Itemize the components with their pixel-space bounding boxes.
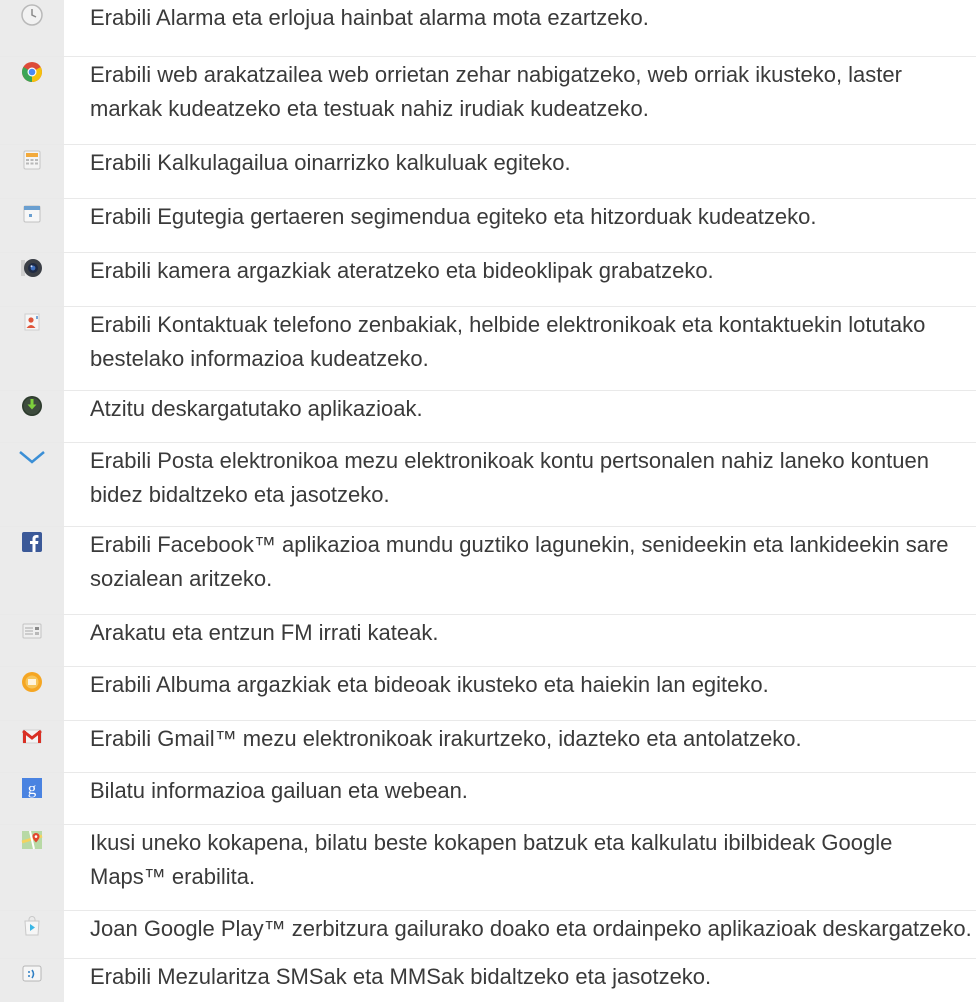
calendar-icon	[23, 205, 41, 223]
icon-cell	[0, 667, 64, 721]
icon-cell	[0, 443, 64, 527]
list-item: Erabili Kalkulagailua oinarrizko kalkulu…	[0, 144, 976, 199]
list-item: Erabili kamera argazkiak ateratzeko eta …	[0, 252, 976, 307]
icon-cell	[0, 307, 64, 391]
contacts-icon	[24, 313, 40, 331]
chrome-icon	[22, 62, 42, 82]
list-item: Erabili web arakatzailea web orrietan ze…	[0, 56, 976, 145]
icon-cell	[0, 721, 64, 773]
item-text: Atzitu deskargatutako aplikazioak.	[90, 396, 423, 421]
list-item: Erabili Egutegia gertaeren segimendua eg…	[0, 198, 976, 253]
list-item: Ikusi uneko kokapena, bilatu beste kokap…	[0, 824, 976, 911]
download-icon	[22, 396, 42, 416]
list-item: Erabili Albuma argazkiak eta bideoak iku…	[0, 666, 976, 721]
item-text: Erabili Alarma eta erlojua hainbat alarm…	[90, 5, 649, 30]
item-text: Erabili Gmail™ mezu elektronikoak irakur…	[90, 726, 802, 751]
list-item: Erabili Alarma eta erlojua hainbat alarm…	[0, 0, 976, 56]
radio-icon	[22, 623, 42, 639]
item-text: Joan Google Play™ zerbitzura gailurako d…	[90, 916, 972, 941]
google-search-icon: g	[22, 778, 42, 798]
album-icon	[22, 672, 42, 692]
item-text: Bilatu informazioa gailuan eta webean.	[90, 778, 468, 803]
list-item: Erabili Mezularitza SMSak eta MMSak bida…	[0, 958, 976, 1002]
item-text: Erabili Egutegia gertaeren segimendua eg…	[90, 204, 817, 229]
item-text: Erabili Posta elektronikoa mezu elektron…	[90, 448, 929, 507]
list-item: g Bilatu informazioa gailuan eta webean.	[0, 772, 976, 825]
list-item: Erabili Posta elektronikoa mezu elektron…	[0, 442, 976, 527]
app-list: Erabili Alarma eta erlojua hainbat alarm…	[0, 0, 976, 1002]
item-text: Erabili Facebook™ aplikazioa mundu guzti…	[90, 532, 949, 591]
icon-cell	[0, 145, 64, 199]
icon-cell: g	[0, 773, 64, 825]
item-text: Erabili Mezularitza SMSak eta MMSak bida…	[90, 964, 712, 989]
list-item: Erabili Kontaktuak telefono zenbakiak, h…	[0, 306, 976, 391]
item-text: Arakatu eta entzun FM irrati kateak.	[90, 620, 439, 645]
icon-cell	[0, 527, 64, 615]
icon-cell	[0, 57, 64, 145]
maps-icon	[21, 830, 43, 850]
icon-cell	[0, 391, 64, 443]
clock-icon	[21, 4, 43, 26]
item-text: Erabili Kontaktuak telefono zenbakiak, h…	[90, 312, 926, 371]
list-item: Erabili Gmail™ mezu elektronikoak irakur…	[0, 720, 976, 773]
icon-cell	[0, 615, 64, 667]
icon-cell	[0, 0, 64, 56]
item-text: Erabili Kalkulagailua oinarrizko kalkulu…	[90, 150, 571, 175]
list-item: Erabili Facebook™ aplikazioa mundu guzti…	[0, 526, 976, 615]
item-text: Erabili web arakatzailea web orrietan ze…	[90, 62, 902, 121]
gmail-icon	[22, 729, 42, 744]
list-item: Joan Google Play™ zerbitzura gailurako d…	[0, 910, 976, 959]
list-item: Arakatu eta entzun FM irrati kateak.	[0, 614, 976, 667]
play-store-icon	[24, 916, 40, 936]
facebook-icon	[22, 532, 42, 552]
icon-cell	[0, 825, 64, 911]
svg-text:g: g	[28, 779, 37, 798]
list-item: Atzitu deskargatutako aplikazioak.	[0, 390, 976, 443]
icon-cell	[0, 199, 64, 253]
calculator-icon	[23, 150, 41, 170]
item-text: Ikusi uneko kokapena, bilatu beste kokap…	[90, 830, 893, 889]
icon-cell	[0, 911, 64, 959]
camera-icon	[21, 259, 42, 277]
icon-cell	[0, 253, 64, 307]
item-text: Erabili Albuma argazkiak eta bideoak iku…	[90, 672, 769, 697]
item-text: Erabili kamera argazkiak ateratzeko eta …	[90, 258, 714, 283]
icon-cell	[0, 959, 64, 1002]
messaging-icon	[22, 965, 42, 982]
email-icon	[19, 451, 45, 464]
